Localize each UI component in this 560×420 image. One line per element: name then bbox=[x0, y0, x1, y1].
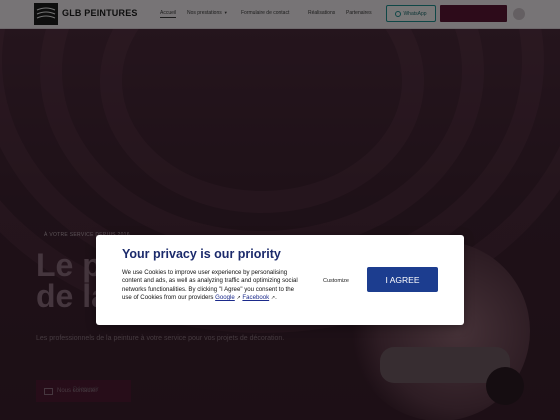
cookie-consent-dialog: Your privacy is our priority We use Cook… bbox=[96, 235, 464, 325]
agree-button[interactable]: I AGREE bbox=[367, 267, 438, 292]
google-link[interactable]: Google bbox=[215, 294, 235, 301]
external-link-icon: ↗ bbox=[236, 295, 241, 302]
facebook-link[interactable]: Facebook bbox=[242, 294, 269, 301]
modal-overlay bbox=[0, 0, 560, 420]
cookie-dialog-text: We use Cookies to improve user experienc… bbox=[122, 269, 298, 302]
external-link-icon: ↗ bbox=[270, 295, 276, 302]
customize-button[interactable]: Customize bbox=[314, 274, 358, 287]
cookie-dialog-title: Your privacy is our priority bbox=[122, 247, 281, 261]
